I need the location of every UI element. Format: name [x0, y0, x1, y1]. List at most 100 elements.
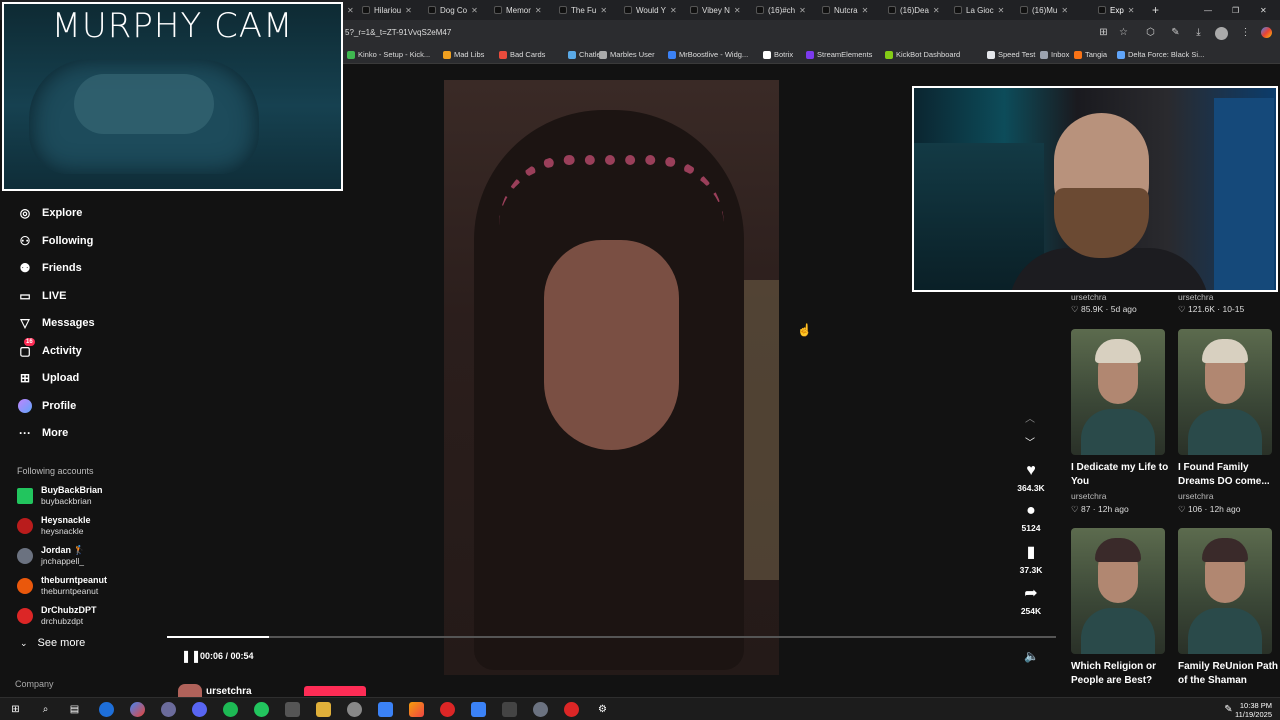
comment-button[interactable]: ● 5124 — [1012, 502, 1050, 533]
bookmark-item[interactable]: Inbox — [1040, 50, 1069, 59]
share-button[interactable]: ➦ 254K — [1012, 585, 1050, 616]
pen-icon[interactable]: ✎ — [1221, 702, 1236, 717]
app-icon[interactable] — [440, 702, 455, 717]
see-more-button[interactable]: ⌄ See more — [20, 637, 85, 649]
bookmark-item[interactable]: Speed Test — [987, 50, 1035, 59]
following-account[interactable]: Heysnackle heysnackle — [17, 513, 91, 539]
app-icon[interactable] — [161, 702, 176, 717]
rec-user[interactable]: ursetchra — [1178, 491, 1213, 501]
edge-icon[interactable] — [99, 702, 114, 717]
video-player[interactable] — [444, 80, 779, 675]
bookmark-item[interactable]: Mad Libs — [443, 50, 484, 59]
bookmark-item[interactable]: Tangia — [1074, 50, 1107, 59]
rec-user[interactable]: ursetchra — [1071, 292, 1106, 302]
rec-video-title[interactable]: Family ReUnion Path of the Shaman — [1178, 660, 1278, 688]
browser-tab[interactable]: Memor ✕ — [494, 2, 554, 18]
extension-icon[interactable]: ⬡ — [1145, 27, 1156, 38]
browser-tab[interactable]: (16)Mu ✕ — [1020, 2, 1080, 18]
bookmark-item[interactable]: StreamElements — [806, 50, 872, 59]
maximize-icon[interactable]: ❐ — [1232, 2, 1242, 18]
nav-explore[interactable]: ◎ Explore — [17, 202, 83, 224]
app-icon[interactable] — [347, 702, 362, 717]
bookmark-item[interactable]: Bad Cards — [499, 50, 545, 59]
rec-user[interactable]: ursetchra — [1071, 491, 1106, 501]
settings-gear-icon[interactable]: ⚙ — [595, 702, 610, 717]
avatar[interactable] — [1215, 27, 1228, 40]
url-text[interactable]: 5?_r=1&_t=ZT-91VvqS2eM47 — [345, 28, 451, 37]
nav-upload[interactable]: ⊞ Upload — [17, 367, 79, 389]
following-account[interactable]: Jordan 🏌 jnchappell_ — [17, 543, 85, 569]
taskbar-clock[interactable]: 10:38 PM 11/19/2025 — [1235, 701, 1272, 719]
bookmark-item[interactable]: Marbles User — [599, 50, 655, 59]
rec-video-title[interactable]: I Dedicate my Life to You — [1071, 461, 1171, 489]
app-icon[interactable] — [285, 702, 300, 717]
spotify-icon[interactable] — [223, 702, 238, 717]
bookmark-item[interactable]: Botrix — [763, 50, 793, 59]
menu-icon[interactable]: ⋮ — [1240, 27, 1251, 38]
bookmark-item[interactable]: Kinko - Setup - Kick... — [347, 50, 430, 59]
browser-tab-active[interactable]: Exp ✕ — [1098, 2, 1142, 18]
app-icon[interactable] — [409, 702, 424, 717]
star-icon[interactable]: ☆ — [1118, 27, 1129, 38]
new-tab-button[interactable]: + — [1152, 2, 1164, 18]
browser-tab[interactable]: Would Y ✕ — [624, 2, 684, 18]
nav-live[interactable]: ▭ LIVE — [17, 285, 66, 307]
rec-video-thumbnail[interactable] — [1178, 528, 1272, 654]
nav-messages[interactable]: ▽ Messages — [17, 312, 94, 334]
minimize-icon[interactable]: — — [1204, 2, 1214, 18]
following-account[interactable]: theburntpeanut theburntpeanut — [17, 573, 107, 599]
chevron-up-icon[interactable]: ︿ — [1025, 410, 1035, 425]
rec-video-thumbnail[interactable] — [1071, 528, 1165, 654]
browser-tab[interactable]: Hilariou ✕ — [362, 2, 422, 18]
follow-button[interactable] — [304, 686, 366, 696]
windows-start-icon[interactable]: ⊞ — [8, 702, 23, 717]
app-icon[interactable] — [533, 702, 548, 717]
browser-tab[interactable]: Vibey N ✕ — [690, 2, 750, 18]
bookmark-item[interactable]: MrBoostlive - Widg... — [668, 50, 748, 59]
pin-icon[interactable]: ✎ — [1170, 27, 1181, 38]
tab-close-icon[interactable]: ✕ — [343, 2, 354, 18]
pause-icon[interactable]: ❚❚ — [181, 649, 201, 663]
app-icon[interactable] — [378, 702, 393, 717]
following-account[interactable]: BuyBackBrian buybackbrian — [17, 483, 103, 509]
rec-video-thumbnail[interactable] — [1178, 329, 1272, 455]
search-icon[interactable]: ⌕ — [38, 702, 53, 717]
browser-tab[interactable]: La Gioc ✕ — [954, 2, 1014, 18]
rec-user[interactable]: ursetchra — [1178, 292, 1213, 302]
browser-tab[interactable]: (16)#ch ✕ — [756, 2, 816, 18]
nav-friends[interactable]: ⚉ Friends — [17, 257, 82, 279]
browser-tab[interactable]: Nutcra ✕ — [822, 2, 882, 18]
address-bar[interactable]: 5?_r=1&_t=ZT-91VvqS2eM47 ⊞ ☆ ⬡ ✎ ⤓ ⋮ — [343, 20, 1280, 46]
browser-tab[interactable]: Dog Co ✕ — [428, 2, 488, 18]
window-close-icon[interactable]: ✕ — [1260, 2, 1270, 18]
rec-video-title[interactable]: Which Religion or People are Best? — [1071, 660, 1171, 688]
rec-video-thumbnail[interactable] — [1071, 329, 1165, 455]
save-button[interactable]: ▮ 37.3K — [1012, 544, 1050, 575]
folder-icon[interactable] — [316, 702, 331, 717]
discord-icon[interactable] — [192, 702, 207, 717]
app-icon[interactable] — [502, 702, 517, 717]
app-icon[interactable] — [564, 702, 579, 717]
chevron-down-icon[interactable]: ﹀ — [1025, 434, 1035, 449]
download-icon[interactable]: ⤓ — [1193, 27, 1204, 38]
apps-icon[interactable]: ⊞ — [1098, 27, 1109, 38]
progress-bar[interactable] — [167, 636, 1056, 638]
bookmark-item[interactable]: Chatle — [568, 50, 601, 59]
assistant-icon[interactable] — [1261, 27, 1272, 38]
task-view-icon[interactable]: ▤ — [67, 702, 82, 717]
browser-tab[interactable]: The Fu ✕ — [559, 2, 619, 18]
following-account[interactable]: DrChubzDPT drchubzdpt — [17, 603, 97, 629]
chrome-icon[interactable] — [130, 702, 145, 717]
bookmark-item[interactable]: KickBot Dashboard — [885, 50, 960, 59]
kick-icon[interactable] — [254, 702, 269, 717]
volume-icon[interactable]: 🔈 — [1024, 649, 1039, 663]
nav-activity[interactable]: ▢ 16 Activity — [17, 338, 82, 362]
nav-following[interactable]: ⚇ Following — [17, 230, 94, 252]
nav-profile[interactable]: Profile — [17, 395, 76, 417]
browser-tab[interactable]: (16)Dea ✕ — [888, 2, 948, 18]
footer-company-link[interactable]: Company — [15, 679, 54, 689]
rec-video-title[interactable]: I Found Family Dreams DO come... — [1178, 461, 1278, 489]
bookmark-item[interactable]: Delta Force: Black Si... — [1117, 50, 1204, 59]
like-button[interactable]: ♥ 364.3K — [1012, 462, 1050, 493]
app-icon[interactable] — [471, 702, 486, 717]
